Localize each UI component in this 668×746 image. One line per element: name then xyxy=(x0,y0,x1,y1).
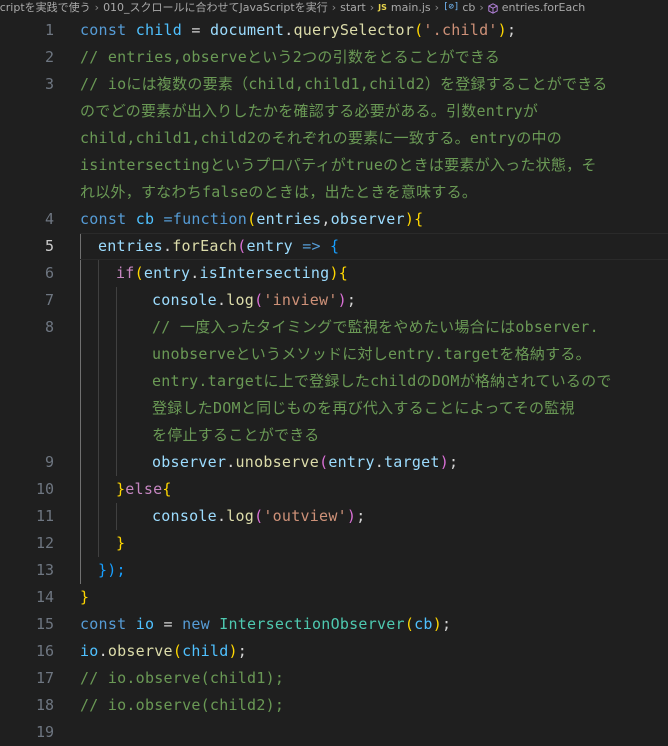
code-line[interactable]: 8 // 一度入ったタイミングで監視をやめたい場合にはobserver. xyxy=(0,314,668,341)
breadcrumb-label: 010_スクロールに合わせてJavaScriptを実行 xyxy=(103,1,328,14)
code-text: entries.forEach(entry => { xyxy=(98,237,340,255)
javascript-file-icon: JS xyxy=(378,3,387,12)
code-text: const child = document.querySelector('.c… xyxy=(80,21,517,39)
code-line[interactable]: 11 console.log('outview'); xyxy=(0,503,668,530)
line-number: 11 xyxy=(35,507,54,525)
line-number: 3 xyxy=(44,75,54,93)
code-comment: を停止することができる xyxy=(152,426,320,444)
code-comment: 登録したDOMと同じものを再び代入することによってその監視 xyxy=(152,399,575,417)
line-number: 8 xyxy=(44,318,54,336)
code-line[interactable]: 1 const child = document.querySelector('… xyxy=(0,17,668,44)
code-text: } xyxy=(80,588,90,606)
code-comment: unobserveというメソッドに対しentry.targetを格納する。 xyxy=(152,345,591,363)
line-number: 6 xyxy=(44,264,54,282)
code-line[interactable]: 9 observer.unobserve(entry.target); xyxy=(0,449,668,476)
code-line[interactable]: 12 } xyxy=(0,530,668,557)
code-line-wrap[interactable]: れ以外，すなわちfalseのときは，出たときを意味する。 xyxy=(0,179,668,206)
breadcrumb-label: entries.forEach xyxy=(501,1,586,14)
breadcrumb-separator: › xyxy=(434,1,440,14)
code-text: const cb =function(entries,observer){ xyxy=(80,210,424,228)
code-line[interactable]: 4 const cb =function(entries,observer){ xyxy=(0,206,668,233)
line-number: 4 xyxy=(44,210,54,228)
code-line[interactable]: 15 const io = new IntersectionObserver(c… xyxy=(0,611,668,638)
code-text: const io = new IntersectionObserver(cb); xyxy=(80,615,452,633)
code-comment: isintersectingというプロパティがtrueのときは要素が入った状態，… xyxy=(80,156,597,174)
code-line[interactable]: 13 }); xyxy=(0,557,668,584)
line-number: 12 xyxy=(35,534,54,552)
breadcrumb-label: main.js xyxy=(390,1,431,14)
code-line-wrap[interactable]: unobserveというメソッドに対しentry.targetを格納する。 xyxy=(0,341,668,368)
code-text: }else{ xyxy=(116,480,172,498)
code-line-wrap[interactable]: isintersectingというプロパティがtrueのときは要素が入った状態，… xyxy=(0,152,668,179)
code-text: observer.unobserve(entry.target); xyxy=(152,453,459,471)
line-number: 15 xyxy=(35,615,54,633)
line-number: 5 xyxy=(44,237,54,255)
breadcrumb-symbol-foreach[interactable]: entries.forEach xyxy=(488,0,585,15)
breadcrumb-label: scriptを実践で使う xyxy=(0,1,91,14)
line-number: 16 xyxy=(35,642,54,660)
breadcrumb-separator: › xyxy=(331,1,337,14)
code-text: console.log('outview'); xyxy=(152,507,366,525)
code-line-wrap[interactable]: 登録したDOMと同じものを再び代入することによってその監視 xyxy=(0,395,668,422)
breadcrumb-folder-start[interactable]: start xyxy=(340,0,366,15)
breadcrumb-separator: › xyxy=(94,1,100,14)
line-number: 18 xyxy=(35,696,54,714)
code-comment: // 一度入ったタイミングで監視をやめたい場合にはobserver. xyxy=(152,318,599,336)
code-text: console.log('inview'); xyxy=(152,291,357,309)
variable-icon: [⊘] xyxy=(443,2,460,12)
line-number: 9 xyxy=(44,453,54,471)
line-number: 1 xyxy=(44,21,54,39)
code-line[interactable]: 17 // io.observe(child1); xyxy=(0,665,668,692)
code-line[interactable]: 16 io.observe(child); xyxy=(0,638,668,665)
code-line[interactable]: 5 entries.forEach(entry => { xyxy=(0,233,668,260)
breadcrumb: scriptを実践で使う › 010_スクロールに合わせてJavaScriptを… xyxy=(0,0,668,17)
line-number: 10 xyxy=(35,480,54,498)
line-number: 7 xyxy=(44,291,54,309)
code-comment: // io.observe(child1); xyxy=(80,669,285,687)
code-line[interactable]: 2 // entries,observeという2つの引数をとることができる xyxy=(0,44,668,71)
breadcrumb-separator: › xyxy=(479,1,484,14)
code-comment: れ以外，すなわちfalseのときは，出たときを意味する。 xyxy=(80,183,478,201)
code-comment: entry.targetに上で登録したchildのDOMが格納されているので xyxy=(152,372,612,390)
line-number: 19 xyxy=(35,723,54,741)
code-line[interactable]: 7 console.log('inview'); xyxy=(0,287,668,314)
line-number: 13 xyxy=(35,561,54,579)
breadcrumb-folder-root[interactable]: scriptを実践で使う xyxy=(0,0,91,15)
code-comment: // ioには複数の要素（child,child1,child2）を登録すること… xyxy=(80,75,608,93)
code-comment: // entries,observeという2つの引数をとることができる xyxy=(80,48,501,66)
code-text: } xyxy=(116,534,126,552)
code-line-wrap[interactable]: entry.targetに上で登録したchildのDOMが格納されているので xyxy=(0,368,668,395)
code-line[interactable]: 6 if(entry.isIntersecting){ xyxy=(0,260,668,287)
breadcrumb-separator: › xyxy=(369,1,375,14)
method-cube-icon xyxy=(488,2,498,14)
breadcrumb-file-main-js[interactable]: JS main.js xyxy=(378,0,431,15)
code-line[interactable]: 19 xyxy=(0,719,668,746)
code-line-wrap[interactable]: を停止することができる xyxy=(0,422,668,449)
breadcrumb-label: cb xyxy=(462,1,476,14)
code-line[interactable]: 18 // io.observe(child2); xyxy=(0,692,668,719)
breadcrumb-symbol-cb[interactable]: [⊘] cb xyxy=(443,0,475,15)
line-number: 14 xyxy=(35,588,54,606)
code-comment: child,child1,child2のそれぞれの要素に一致する。entryの中… xyxy=(80,129,562,147)
code-line[interactable]: 3 // ioには複数の要素（child,child1,child2）を登録する… xyxy=(0,71,668,98)
code-editor[interactable]: 1 const child = document.querySelector('… xyxy=(0,17,668,741)
code-line[interactable]: 10 }else{ xyxy=(0,476,668,503)
code-text: io.observe(child); xyxy=(80,642,248,660)
code-line-wrap[interactable]: のでどの要素が出入りしたかを確認する必要がある。引数entryが xyxy=(0,98,668,125)
breadcrumb-label: start xyxy=(340,1,366,14)
code-comment: のでどの要素が出入りしたかを確認する必要がある。引数entryが xyxy=(80,102,539,120)
code-line-wrap[interactable]: child,child1,child2のそれぞれの要素に一致する。entryの中… xyxy=(0,125,668,152)
code-line[interactable]: 14 } xyxy=(0,584,668,611)
line-number: 2 xyxy=(44,48,54,66)
code-text: if(entry.isIntersecting){ xyxy=(116,264,349,282)
line-number: 17 xyxy=(35,669,54,687)
code-text: }); xyxy=(98,561,126,579)
breadcrumb-folder-lesson[interactable]: 010_スクロールに合わせてJavaScriptを実行 xyxy=(103,0,328,15)
code-comment: // io.observe(child2); xyxy=(80,696,285,714)
